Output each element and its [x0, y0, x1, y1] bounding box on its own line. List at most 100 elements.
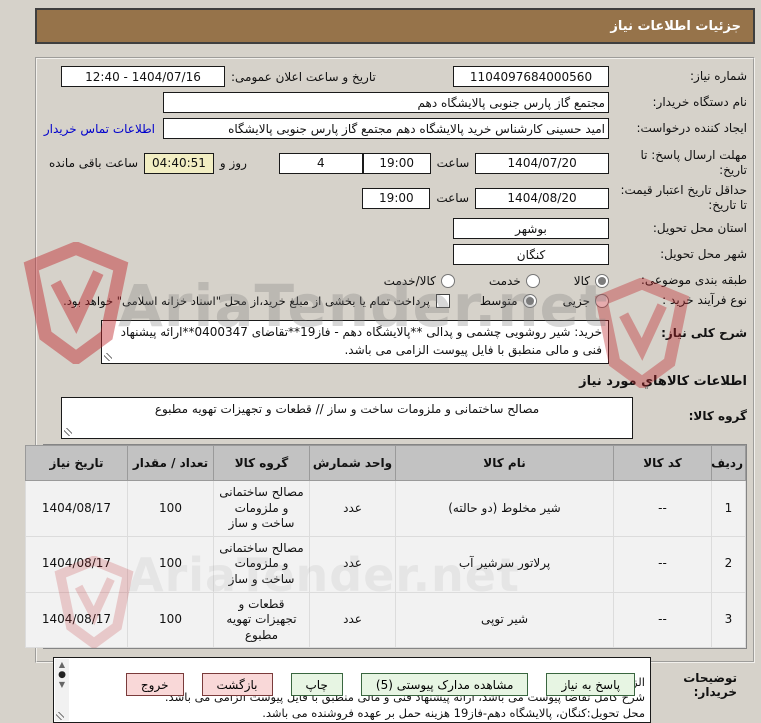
radio-partial[interactable] — [595, 293, 609, 308]
need-details-panel: شماره نیاز: 1104097684000560 تاریخ و ساع… — [25, 57, 755, 723]
action-button[interactable]: چاپ — [290, 673, 343, 696]
goods-section-title: اطلاعات کالاهاي مورد نياز — [579, 374, 747, 389]
goods-table-body: 1 -- شیر مخلوط (دو حالته) عدد مصالح ساختمانی… — [25, 480, 746, 649]
delivery-city-label: شهر محل تحویل: — [660, 247, 747, 261]
countdown-timer: 04:40:51 — [144, 152, 214, 174]
page-title: جزئیات اطلاعات نیاز — [35, 8, 755, 44]
radio-medium[interactable] — [522, 293, 537, 308]
subject-class-row: طبقه بندی موضوعی: کالا خدمت کالا/خدمت — [43, 273, 747, 288]
radio-goods[interactable] — [595, 273, 609, 288]
reply-deadline-label: مهلت ارسال پاسخ: تا تاریخ: — [640, 148, 747, 177]
treasury-checkbox[interactable] — [435, 293, 450, 308]
table-row: 1 -- شیر مخلوط (دو حالته) عدد مصالح ساختمانی… — [25, 480, 746, 537]
table-cell: شیر مخلوط (دو حالته) — [395, 480, 614, 537]
reply-deadline-time-field[interactable]: 19:00 — [362, 152, 431, 174]
table-header-cell: گروه کالا — [213, 445, 310, 481]
reply-deadline-hour-label: ساعت — [436, 156, 470, 170]
general-desc-textarea[interactable]: خرید: شیر روشویی چشمی و پدالی **پالایشگا… — [101, 320, 609, 364]
table-cell: 100 — [127, 591, 214, 649]
price-validity-row: حداقل تاریخ اعتبار قیمت: تا تاریخ: 1404/… — [43, 183, 747, 213]
table-cell: عدد — [309, 480, 396, 537]
action-button[interactable]: مشاهده مدارک پیوستی (5) — [360, 673, 529, 696]
buyer-org-field[interactable]: مجتمع گاز پارس جنوبی پالایشگاه دهم — [163, 92, 609, 113]
table-cell: عدد — [309, 591, 396, 649]
radio-service-label: خدمت — [488, 273, 521, 288]
table-header-cell: نام کالا — [395, 445, 614, 481]
reply-deadline-row: مهلت ارسال پاسخ: تا تاریخ: 1404/07/20 سا… — [43, 148, 747, 178]
radio-goods-label: کالا — [573, 273, 590, 288]
radio-medium-label: متوسط — [479, 293, 518, 308]
price-validity-time-field[interactable]: 19:00 — [362, 187, 431, 209]
table-cell: مصالح ساختمانی و ملزومات ساخت و ساز — [213, 535, 310, 593]
table-cell: -- — [613, 591, 712, 649]
radio-goods-service[interactable] — [440, 273, 455, 288]
buyer-org-row: نام دستگاه خریدار: مجتمع گاز پارس جنوبی … — [43, 92, 747, 113]
radio-service[interactable] — [525, 273, 540, 288]
remaining-hours-label: ساعت باقی مانده — [48, 156, 139, 170]
request-creator-field[interactable]: امید حسینی کارشناس خرید پالایشگاه دهم مج… — [163, 118, 609, 139]
reply-deadline-date-field[interactable]: 1404/07/20 — [475, 152, 609, 174]
action-button[interactable]: پاسخ به نیاز — [546, 673, 636, 696]
table-header-cell: کد کالا — [613, 445, 712, 481]
table-cell: 1404/08/17 — [25, 591, 128, 649]
price-validity-hour-label: ساعت — [436, 191, 469, 205]
table-cell: 100 — [127, 535, 214, 593]
goods-table-header: ردیف کد کالا نام کالا واحد شمارش گروه کالا تع… — [25, 445, 746, 481]
table-cell: -- — [613, 480, 712, 537]
table-cell: 1 — [711, 480, 746, 537]
subject-class-label: طبقه بندی موضوعی: — [640, 273, 747, 287]
announce-datetime-field[interactable]: 1404/07/16 - 12:40 — [61, 66, 225, 87]
request-creator-label: ایجاد کننده درخواست: — [636, 121, 747, 135]
buyer-org-label: نام دستگاه خریدار: — [652, 95, 748, 109]
table-row: 3 -- شیر توپی عدد قطعات و تجهیزات تهویه مطبو… — [25, 591, 746, 649]
table-cell: 3 — [711, 591, 746, 649]
price-validity-date-field[interactable]: 1404/08/20 — [475, 187, 609, 209]
delivery-city-row: شهر محل تحویل: کنگان — [43, 244, 747, 265]
process-type-label: نوع فرآیند خرید : — [662, 293, 747, 307]
table-cell: 1404/08/17 — [25, 535, 128, 593]
resize-handle-icon[interactable] — [56, 712, 64, 721]
resize-handle-icon[interactable] — [104, 353, 112, 361]
table-header-cell: واحد شمارش — [309, 445, 396, 481]
table-cell: پرلاتور سرشیر آب — [395, 535, 614, 593]
goods-group-textarea[interactable]: مصالح ساختمانی و ملزومات ساخت و ساز // ق… — [61, 397, 633, 439]
goods-group-row: گروه کالا: مصالح ساختمانی و ملزومات ساخت… — [43, 397, 747, 439]
delivery-province-field[interactable]: بوشهر — [453, 218, 609, 239]
table-cell: عدد — [309, 535, 396, 593]
delivery-province-row: استان محل تحویل: بوشهر — [43, 218, 747, 239]
table-header-cell: تاریخ نیاز — [25, 445, 128, 481]
radio-goods-service-label: کالا/خدمت — [383, 273, 436, 288]
goods-group-label: گروه کالا: — [688, 409, 747, 423]
treasury-checkbox-label: پرداخت تمام یا بخشی از مبلغ خرید،از محل … — [63, 293, 430, 308]
price-validity-label: حداقل تاریخ اعتبار قیمت: تا تاریخ: — [620, 183, 747, 212]
delivery-province-label: استان محل تحویل: — [652, 221, 747, 235]
remaining-days-field: 4 — [278, 152, 363, 174]
need-number-field[interactable]: 1104097684000560 — [453, 66, 609, 87]
general-desc-label: شرح کلی نیاز: — [661, 326, 747, 340]
table-cell: -- — [613, 535, 712, 593]
general-desc-row: شرح کلی نیاز: خرید: شیر روشویی چشمی و پد… — [43, 320, 747, 364]
action-button[interactable]: خروج — [125, 673, 184, 696]
general-desc-text: خرید: شیر روشویی چشمی و پدالی **پالایشگا… — [120, 325, 602, 357]
action-buttons-bar: پاسخ به نیاز مشاهده مدارک پیوستی (5) چاپ با… — [0, 673, 761, 696]
announce-datetime-label: تاریخ و ساعت اعلان عمومی: — [231, 69, 376, 84]
table-cell: قطعات و تجهیزات تهویه مطبوع — [213, 591, 310, 649]
remaining-days-label: روز و — [219, 156, 247, 170]
table-row: 2 -- پرلاتور سرشیر آب عدد مصالح ساختمانی و م… — [25, 535, 746, 593]
table-cell: 2 — [711, 535, 746, 593]
table-cell: 100 — [127, 480, 214, 537]
table-header-cell: تعداد / مقدار — [127, 445, 214, 481]
process-type-row: نوع فرآیند خرید : جزیی متوسط پرداخت تمام… — [43, 293, 747, 308]
request-creator-row: ایجاد کننده درخواست: امید حسینی کارشناس … — [43, 118, 747, 139]
resize-handle-icon[interactable] — [64, 428, 72, 436]
delivery-city-field[interactable]: کنگان — [453, 244, 609, 265]
action-button[interactable]: بازگشت — [201, 673, 273, 696]
goods-table: ردیف کد کالا نام کالا واحد شمارش گروه کالا تع… — [25, 444, 747, 650]
radio-partial-label: جزیی — [562, 293, 590, 308]
buyer-contact-link[interactable]: اطلاعات تماس خریدار — [44, 122, 155, 136]
need-number-label: شماره نیاز: — [690, 69, 747, 83]
table-header-cell: ردیف — [711, 445, 746, 481]
table-cell: مصالح ساختمانی و ملزومات ساخت و ساز — [213, 480, 310, 537]
goods-group-text: مصالح ساختمانی و ملزومات ساخت و ساز // ق… — [154, 402, 540, 416]
table-cell: شیر توپی — [395, 591, 614, 649]
